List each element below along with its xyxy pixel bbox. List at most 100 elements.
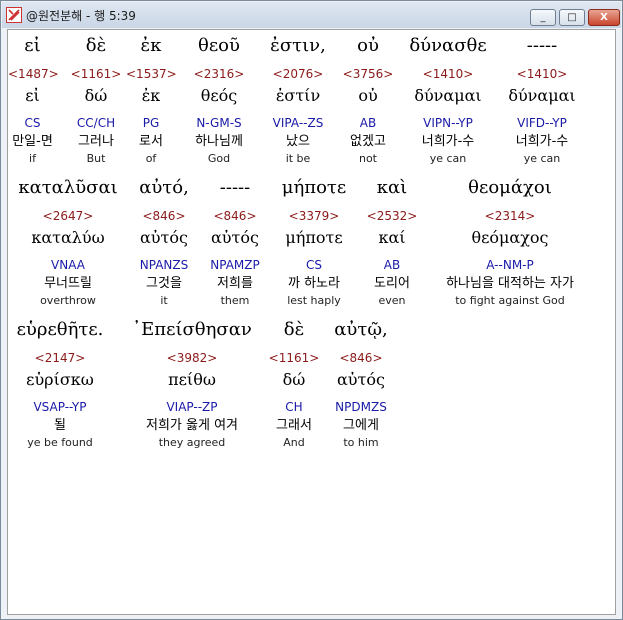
greek-word: θεομάχοι [468,177,552,198]
parse-code: VIAP--ZP [166,400,218,414]
word-block[interactable]: αὐτῷ, <846> αὐτός NPDMZS 그에게 to him [326,314,396,450]
parse-code: VIPA--ZS [272,116,324,130]
korean-gloss: 만일-면 [12,134,53,149]
strong-number: <2314> [484,209,536,223]
word-block[interactable]: δὲ <1161> δώ CH 그래서 And [266,314,322,450]
greek-word: ----- [526,35,558,56]
korean-gloss: 저희를 [217,276,253,291]
korean-gloss: 그에게 [343,418,379,433]
lemma: εἰ [25,86,40,105]
word-block[interactable]: ἐκ <1537> ἐκ PG 로서 of [126,30,177,166]
word-block[interactable]: εἰ <1487> εἰ CS 만일-면 if [8,30,59,166]
strong-number: <1410> [516,67,568,81]
parse-code: PG [142,116,160,130]
greek-word: οὐ [357,35,379,56]
korean-gloss: 도리어 [374,276,410,291]
greek-word: δὲ [283,319,305,340]
strong-number: <1537> [126,67,177,81]
parse-code: VNAA [51,258,85,272]
korean-gloss: 저희가 옳게 여겨 [146,418,238,433]
greek-word: θεοῦ [198,35,240,56]
lemma: μήποτε [285,228,343,247]
lemma: οὐ [358,86,378,105]
strong-number: <3379> [288,209,340,223]
word-block[interactable]: ἐστιν, <2076> ἐστίν VIPA--ZS 났으 it be [260,30,336,166]
strong-number: <3982> [166,351,218,365]
english-gloss: they agreed [158,436,226,449]
strong-number: <2647> [42,209,94,223]
app-icon [6,7,22,23]
lemma: δύναμαι [508,86,576,105]
english-gloss: if [29,152,36,165]
strong-number: <846> [339,351,383,365]
parse-code: CH [285,400,303,414]
strong-number: <3756> [342,67,394,81]
word-block[interactable]: οὐ <3756> οὐ AB 없겠고 not [338,30,398,166]
word-block[interactable]: ᾿Επείσθησαν <3982> πείθω VIAP--ZP 저희가 옳게… [128,314,256,450]
strong-number: <2532> [366,209,418,223]
greek-word: ᾿Επείσθησαν [132,319,252,340]
word-block[interactable]: μήποτε <3379> μήποτε CS 까 하노라 lest haply [274,172,354,308]
lemma: δύναμαι [414,86,482,105]
parse-code: NPANZS [139,258,189,272]
english-gloss: ye can [429,152,467,165]
korean-gloss: 없겠고 [350,134,386,149]
korean-gloss: 그래서 [276,418,312,433]
minimize-button[interactable]: _ [530,9,556,26]
greek-word: εὑρεθῆτε. [16,319,104,340]
title-bar[interactable]: @원전분해 - 행 5:39 _ □ X [2,2,621,28]
korean-gloss: 무너뜨릴 [44,276,92,291]
english-gloss: to him [343,436,379,449]
strong-number: <846> [213,209,257,223]
word-block[interactable]: καταλῦσαι <2647> καταλύω VNAA 무너뜨릴 overt… [8,172,128,308]
greek-word: ----- [219,177,251,198]
korean-gloss: 될 [54,418,66,433]
word-block[interactable]: ----- <1410> δύναμαι VIFD--YP 너희가-수 ye c… [498,30,586,166]
word-block[interactable]: αὐτό, <846> αὐτός NPANZS 그것을 it [132,172,196,308]
lemma: ἐκ [141,86,161,105]
english-gloss: of [145,152,157,165]
lemma: εὑρίσκω [26,370,94,389]
maximize-button[interactable]: □ [559,9,585,26]
greek-word: δὲ [85,35,107,56]
parse-code: CC/CH [76,116,116,130]
korean-gloss: 났으 [286,134,310,149]
close-button[interactable]: X [588,9,620,26]
korean-gloss: 하나님께 [195,134,243,149]
lemma: δώ [282,370,306,389]
english-gloss: overthrow [40,294,96,307]
english-gloss: God [207,152,231,165]
english-gloss: But [86,152,106,165]
app-window: @원전분해 - 행 5:39 _ □ X εἰ <1487> εἰ CS 만일-… [0,0,623,620]
greek-word: αὐτό, [139,177,189,198]
strong-number: <1161> [268,351,320,365]
strong-number: <1410> [422,67,474,81]
greek-word: καταλῦσαι [18,177,118,198]
lemma: θεόμαχος [471,228,549,247]
greek-word: μήποτε [281,177,347,198]
word-block[interactable]: δὲ <1161> δώ CC/CH 그러나 But [66,30,126,166]
greek-word: ἐκ [140,35,162,56]
parse-code: NPDMZS [335,400,387,414]
word-block[interactable]: εὑρεθῆτε. <2147> εὑρίσκω VSAP--YP 될 ye b… [8,314,112,450]
korean-gloss: 그것을 [146,276,182,291]
korean-gloss: 너희가-수 [421,134,475,149]
parse-code: CS [24,116,41,130]
parse-code: VSAP--YP [33,400,87,414]
word-block[interactable]: καὶ <2532> καί AB 도리어 even [362,172,422,308]
strong-number: <2076> [272,67,324,81]
word-block[interactable]: ----- <846> αὐτός NPAMZP 저희를 them [204,172,266,308]
strong-number: <1161> [70,67,122,81]
word-block[interactable]: θεομάχοι <2314> θεόμαχος A--NM-P 하나님을 대적… [428,172,592,308]
parse-code: AB [359,116,377,130]
parse-code: A--NM-P [486,258,534,272]
strong-number: <2316> [193,67,245,81]
word-block[interactable]: δύνασθε <1410> δύναμαι VIPN--YP 너희가-수 ye… [402,30,494,166]
interlinear-view[interactable]: εἰ <1487> εἰ CS 만일-면 if δὲ <1161> δώ CC/… [7,29,616,615]
word-block[interactable]: θεοῦ <2316> θεός N-GM-S 하나님께 God [180,30,258,166]
window-title: @원전분해 - 행 5:39 [26,9,136,23]
parse-code: AB [383,258,401,272]
lemma: καταλύω [31,228,105,247]
parse-code: VIFD--YP [517,116,567,130]
english-gloss: ye can [523,152,561,165]
